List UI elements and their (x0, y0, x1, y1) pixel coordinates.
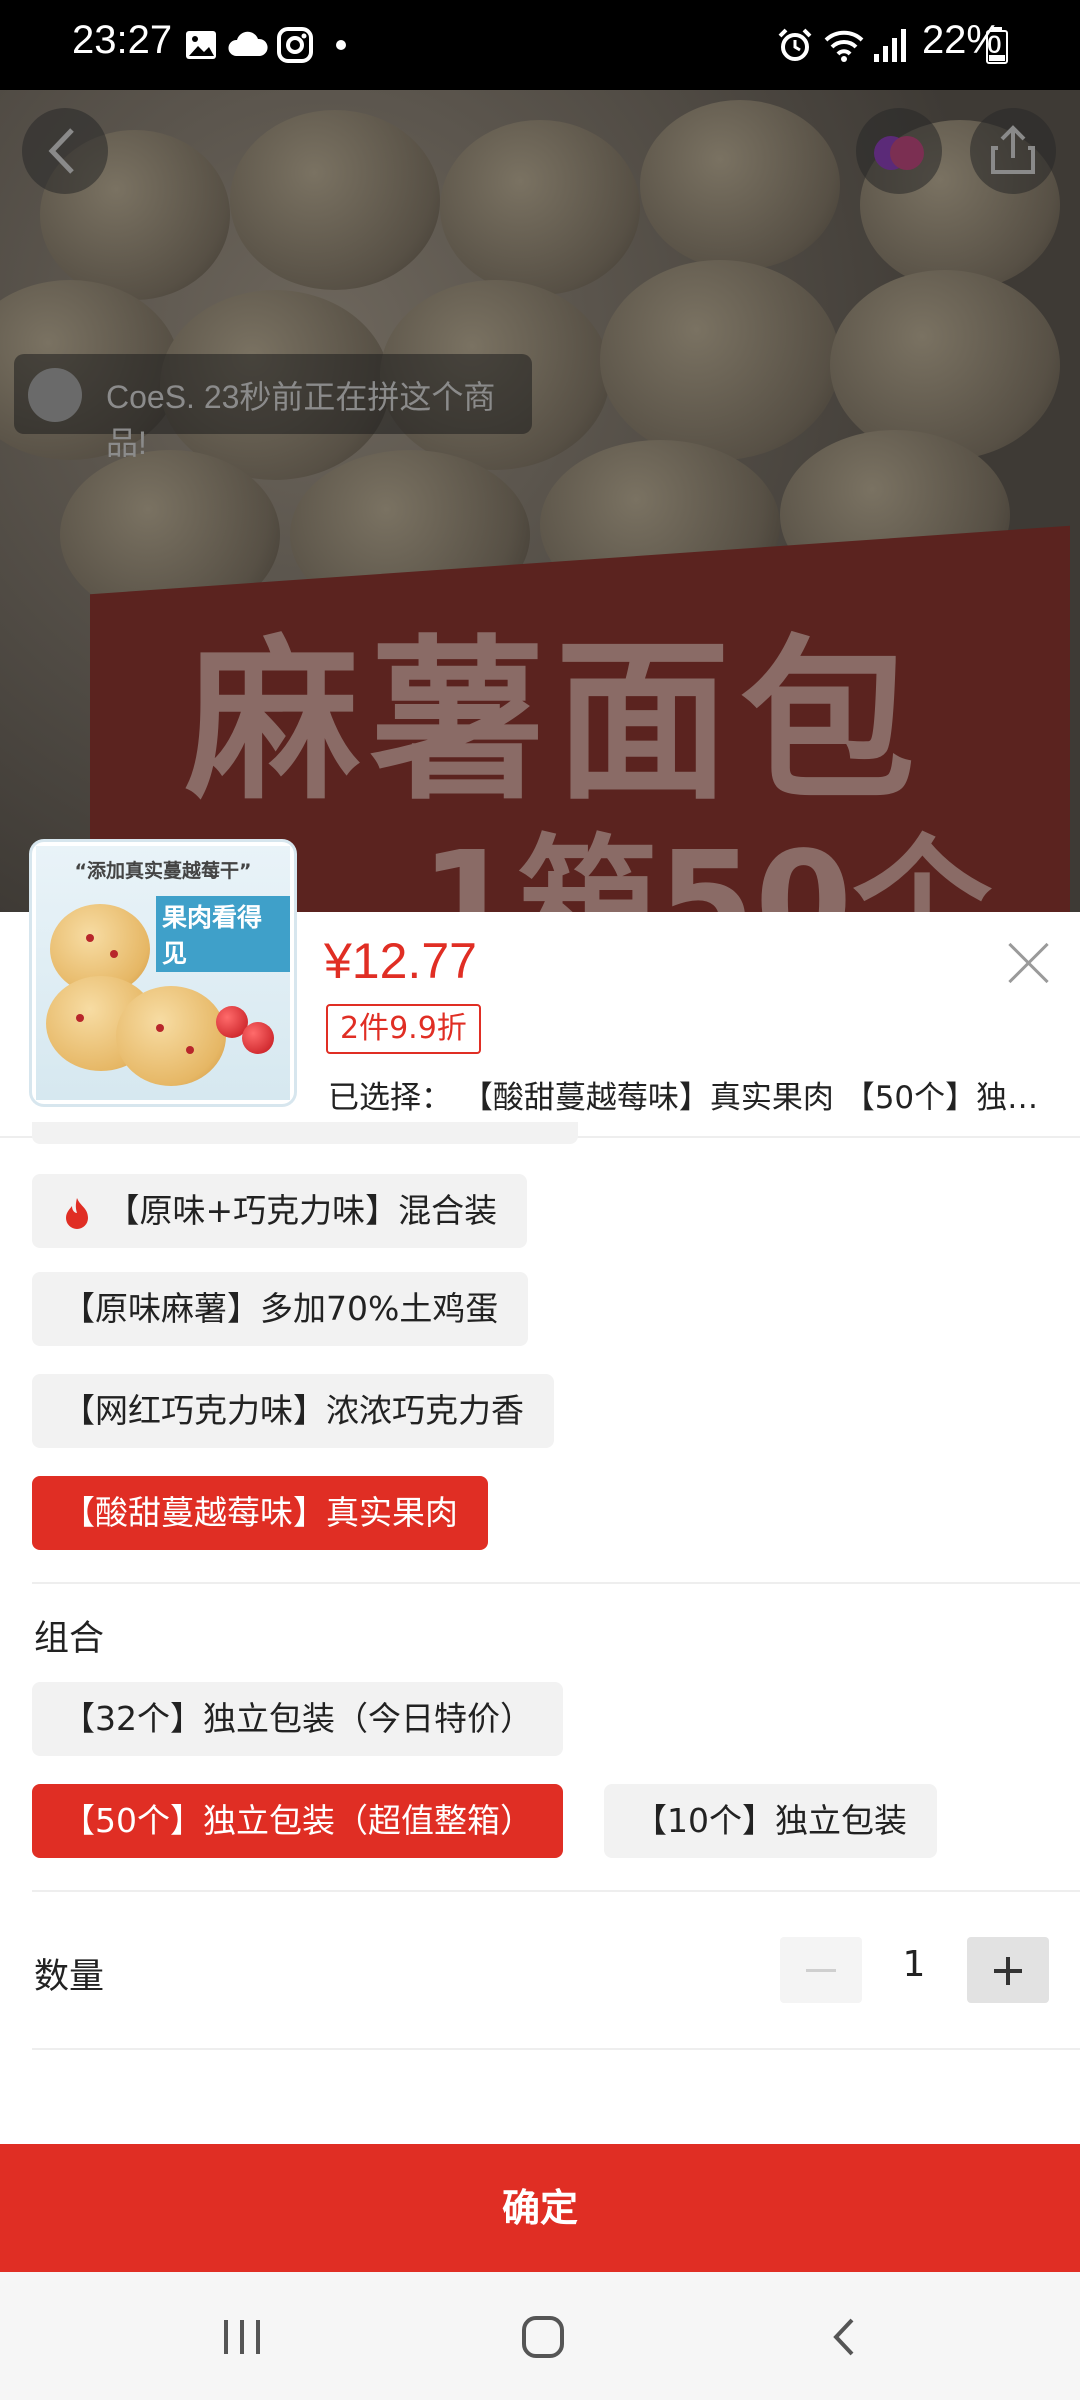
section-divider (32, 1582, 1080, 1584)
avatar (28, 368, 82, 422)
instagram-icon (277, 27, 313, 63)
combo-chip-label: 【10个】独立包装 (634, 1801, 907, 1840)
product-hero-image: 麻薯面包 1箱50个 CoeS. 23秒前正在拼这个商品! (0, 90, 1080, 912)
group-buy-toast: CoeS. 23秒前正在拼这个商品! (14, 354, 532, 461)
combo-chip-label: 【32个】独立包装（今日特价） (62, 1699, 533, 1738)
confirm-button[interactable]: 确定 (0, 2144, 1080, 2272)
recent-apps-icon[interactable] (214, 2314, 270, 2360)
quantity-decrement-button[interactable] (780, 1937, 862, 2003)
flavor-chip-label: 【酸甜蔓越莓味】真实果肉 (62, 1493, 458, 1532)
flavor-chip-cranberry[interactable]: 【酸甜蔓越莓味】真实果肉 (32, 1476, 488, 1550)
combo-chip-50[interactable]: 【50个】独立包装（超值整箱） (32, 1784, 563, 1858)
quantity-value[interactable]: 1 (876, 1944, 952, 1985)
back-arrow-icon (48, 128, 74, 174)
flavor-chip-label: 【网红巧克力味】浓浓巧克力香 (62, 1391, 524, 1430)
alarm-icon (778, 28, 812, 61)
cloud-icon (228, 31, 268, 56)
toast-text: CoeS. 23秒前正在拼这个商品! (106, 379, 496, 461)
flavor-chip-label: 【原味+巧克力味】混合装 (106, 1191, 498, 1230)
fire-icon (66, 1197, 88, 1229)
combo-title: 组合 (34, 1619, 105, 1659)
chip-partial (32, 1122, 578, 1144)
flavor-chip-original[interactable]: 【原味麻薯】多加70%土鸡蛋 (32, 1272, 529, 1346)
banner-subtitle: 1箱50个 (420, 822, 993, 912)
dot-icon (336, 40, 346, 50)
product-thumbnail[interactable]: “添加真实蔓越莓干” 果肉看得见 (32, 842, 294, 1104)
close-icon[interactable] (1006, 940, 1052, 986)
combo-chip-10[interactable]: 【10个】独立包装 (604, 1784, 937, 1858)
status-bar: 23:27 22% (0, 0, 1080, 90)
quantity-increment-button[interactable] (967, 1937, 1049, 2003)
system-nav-bar (0, 2272, 1080, 2400)
image-icon (186, 31, 216, 59)
flavor-chip-mixed[interactable]: 【原味+巧克力味】混合装 (32, 1174, 528, 1248)
share-icon (991, 125, 1035, 174)
back-icon[interactable] (822, 2314, 868, 2360)
back-button[interactable] (22, 108, 108, 194)
flavor-chip-label: 【原味麻薯】多加70%土鸡蛋 (62, 1289, 499, 1328)
thumb-tag: 果肉看得见 (156, 896, 290, 972)
thumb-caption: “添加真实蔓越莓干” (74, 860, 252, 882)
section-divider (32, 1890, 1080, 1892)
live-button[interactable] (856, 108, 942, 194)
combo-chip-label: 【50个】独立包装（超值整箱） (62, 1801, 533, 1840)
selected-summary: 已选择： 【酸甜蔓越莓味】真实果肉 【50个】独立包装（超值整箱） (328, 1080, 1048, 1116)
section-divider (32, 2048, 1080, 2050)
share-button[interactable] (970, 108, 1056, 194)
live-icon (874, 136, 924, 170)
signal-icon (874, 29, 906, 62)
combo-chip-32[interactable]: 【32个】独立包装（今日特价） (32, 1682, 563, 1756)
status-time: 23:27 (72, 18, 173, 62)
discount-badge: 2件9.9折 (326, 1004, 481, 1054)
flavor-chip-chocolate[interactable]: 【网红巧克力味】浓浓巧克力香 (32, 1374, 554, 1448)
quantity-label: 数量 (34, 1957, 105, 1997)
wifi-icon (824, 30, 864, 62)
battery-icon (986, 27, 1008, 64)
price: ¥12.77 (324, 933, 477, 989)
home-icon[interactable] (518, 2312, 568, 2362)
